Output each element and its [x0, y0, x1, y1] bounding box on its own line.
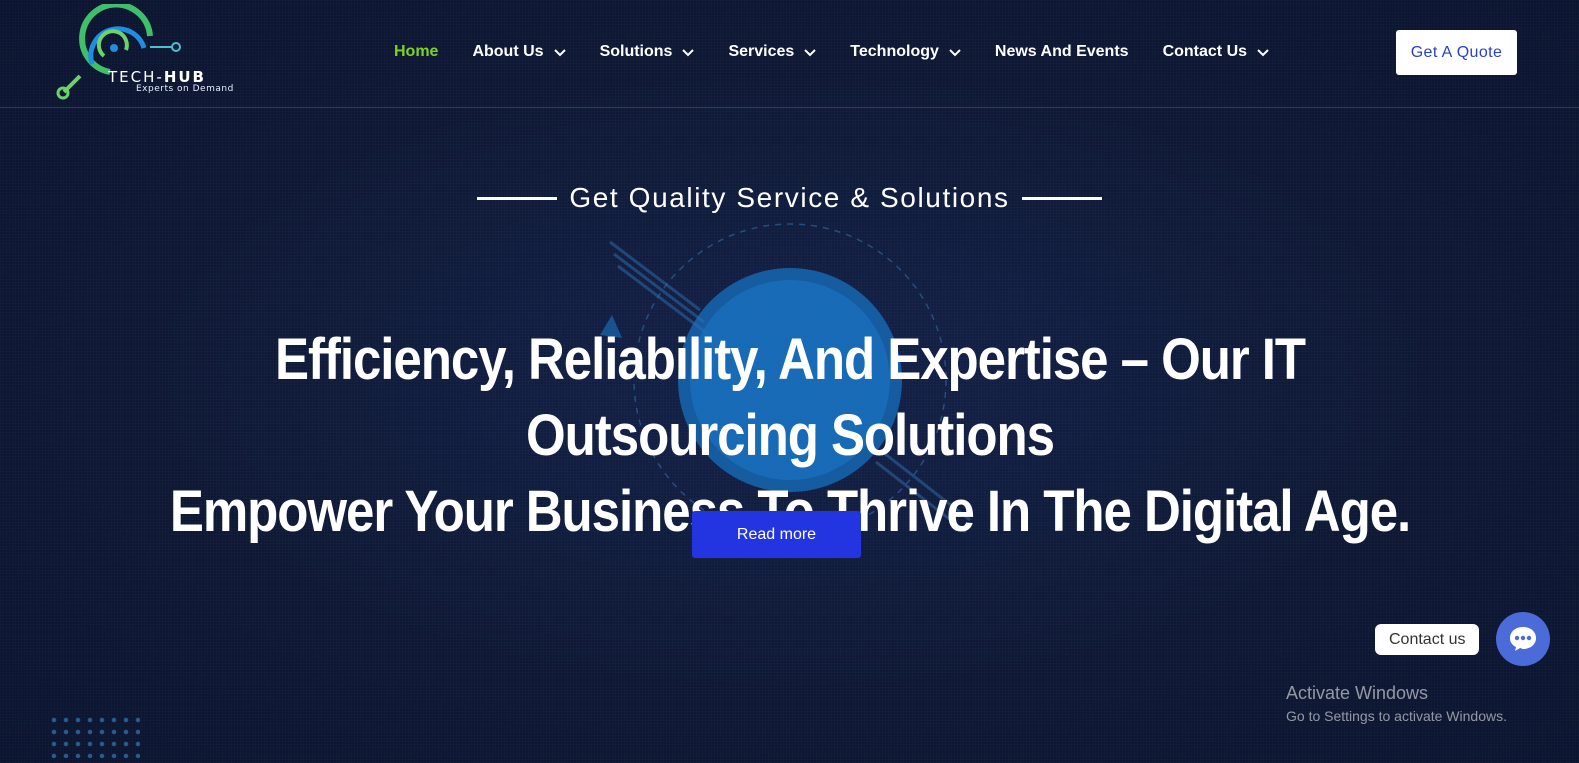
logo[interactable]: TECH-HUB Experts on Demand — [52, 1, 242, 104]
activate-windows-watermark: Activate Windows Go to Settings to activ… — [1286, 683, 1507, 724]
decorative-dot-grid — [48, 714, 140, 758]
contact-us-label[interactable]: Contact us — [1375, 624, 1480, 655]
read-more-button[interactable]: Read more — [692, 511, 861, 558]
chevron-down-icon — [553, 49, 566, 57]
main-nav: Home About Us Solutions Services Technol… — [394, 40, 1303, 64]
chevron-down-icon — [804, 49, 817, 57]
activate-windows-subtitle: Go to Settings to activate Windows. — [1286, 708, 1507, 724]
get-a-quote-button[interactable]: Get A Quote — [1396, 30, 1517, 75]
nav-item-technology[interactable]: Technology — [850, 43, 961, 61]
chevron-down-icon — [1257, 49, 1269, 57]
site-header: TECH-HUB Experts on Demand Home About Us… — [0, 0, 1579, 108]
nav-item-services[interactable]: Services — [728, 43, 817, 61]
hero-headline-line1: Efficiency, Reliability, And Expertise –… — [274, 327, 1306, 468]
nav-item-about-us[interactable]: About Us — [472, 43, 566, 61]
nav-item-home[interactable]: Home — [394, 43, 438, 61]
logo-tagline: Experts on Demand — [136, 84, 234, 94]
contact-chat-button[interactable] — [1496, 612, 1550, 666]
divider — [1021, 196, 1102, 200]
chat-icon — [1510, 627, 1536, 651]
divider — [477, 196, 558, 200]
nav-item-contact-us[interactable]: Contact Us — [1163, 43, 1269, 61]
chevron-down-icon — [682, 49, 695, 57]
chevron-down-icon — [949, 49, 961, 57]
hero-tagline: Get Quality Service & Solutions — [569, 182, 1010, 213]
nav-item-solutions[interactable]: Solutions — [600, 43, 695, 61]
nav-item-news-and-events[interactable]: News And Events — [995, 43, 1129, 61]
hero-tagline-row: Get Quality Service & Solutions — [0, 182, 1579, 214]
activate-windows-title: Activate Windows — [1286, 683, 1429, 703]
